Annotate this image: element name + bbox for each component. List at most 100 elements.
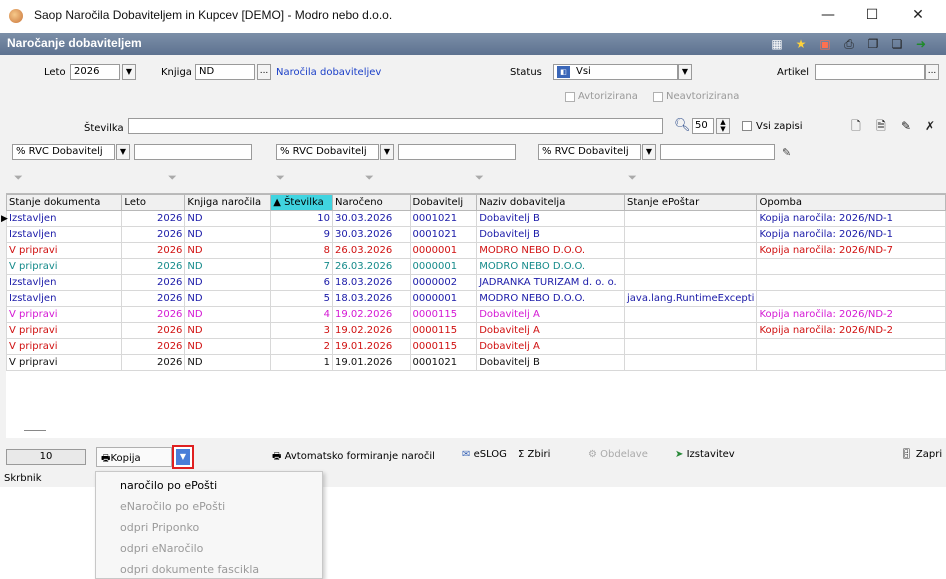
- obdelave-button[interactable]: ⚙ Obdelave: [588, 449, 648, 460]
- cell-stanje: V pripravi: [5, 338, 123, 355]
- copy-all-icon[interactable]: ❏: [890, 37, 904, 51]
- zbiri-button[interactable]: Σ Zbiri: [518, 449, 550, 460]
- minimize-button[interactable]: —: [808, 4, 848, 28]
- close-button[interactable]: ✕: [898, 4, 938, 28]
- column-header-stanje[interactable]: Stanje dokumenta: [5, 194, 123, 211]
- cell-stanje: Izstavljen: [5, 226, 123, 243]
- cell-opomba: Kopija naročila: 2026/ND-2: [756, 322, 946, 339]
- table-row[interactable]: V pripravi 2026 ND 4 19.02.2026 0000115 Dobavi…: [5, 306, 946, 323]
- print-icon[interactable]: ⎙: [842, 37, 856, 51]
- knjiga-link[interactable]: Naročila dobaviteljev: [276, 67, 381, 78]
- column-header-naroceno[interactable]: Naročeno: [332, 194, 411, 211]
- cell-naroceno: 19.02.2026: [332, 322, 411, 339]
- column-header-dobavitelj[interactable]: Dobavitelj: [409, 194, 478, 211]
- export-icon[interactable]: ▣: [818, 37, 832, 51]
- rvc-filter-3-input[interactable]: [660, 144, 775, 160]
- rvc-filter-2-select[interactable]: % RVC Dobavitelj: [276, 144, 379, 160]
- delete-icon[interactable]: ✗: [922, 118, 938, 134]
- table-row[interactable]: Izstavljen 2026 ND 9 30.03.2026 0001021 Dobavi…: [5, 226, 946, 243]
- edit-icon[interactable]: ✎: [898, 118, 914, 134]
- rvc-filter-2-dropdown[interactable]: ▼: [380, 144, 394, 160]
- table-row[interactable]: Izstavljen 2026 ND 10 30.03.2026 0001021 Dobav…: [5, 210, 946, 227]
- zapri-button[interactable]: 🚪︎ Zapri: [900, 449, 942, 460]
- rvc-filter-3-select[interactable]: % RVC Dobavitelj: [538, 144, 641, 160]
- kopija-button[interactable]: 🖶︎Kopija: [96, 447, 172, 467]
- funnel-icon[interactable]: ⏷: [168, 171, 177, 185]
- column-header-knjiga[interactable]: Knjiga naročila: [184, 194, 272, 211]
- cell-naziv: MODRO NEBO D.O.O.: [476, 242, 626, 259]
- table-row[interactable]: V pripravi 2026 ND 8 26.03.2026 0000001 MODRO …: [5, 242, 946, 259]
- menu-item[interactable]: naročilo po ePošti: [120, 479, 217, 492]
- menu-item[interactable]: eNaročilo po ePošti: [120, 500, 225, 513]
- user-name: Skrbnik: [4, 473, 42, 484]
- menu-item[interactable]: odpri dokumente fascikla: [120, 563, 259, 576]
- clear-filter-icon[interactable]: ✎: [782, 146, 791, 159]
- artikel-input[interactable]: [815, 64, 925, 80]
- cell-stanje: V pripravi: [5, 258, 123, 275]
- edit-document-icon[interactable]: 🗎: [873, 118, 889, 134]
- table-row[interactable]: V pripravi 2026 ND 3 19.02.2026 0000115 Dobavi…: [5, 322, 946, 339]
- cell-stevilka: 3: [270, 322, 333, 339]
- table-row[interactable]: V pripravi 2026 ND 2 19.01.2026 0000115 Dobavi…: [5, 338, 946, 355]
- menu-item[interactable]: odpri eNaročilo: [120, 542, 203, 555]
- cell-stanje: Izstavljen: [5, 274, 123, 291]
- column-header-stevilka[interactable]: ▲ Številka: [270, 194, 333, 211]
- cell-knjiga: ND: [184, 322, 272, 339]
- new-document-icon[interactable]: 🗋: [848, 118, 864, 134]
- vsi-zapisi-checkbox[interactable]: [742, 121, 752, 131]
- menu-item[interactable]: odpri Priponko: [120, 521, 199, 534]
- funnel-icon[interactable]: ⏷: [276, 171, 285, 185]
- table-row[interactable]: Izstavljen 2026 ND 6 18.03.2026 0000002 JADRAN…: [5, 274, 946, 291]
- rvc-filter-1-select[interactable]: % RVC Dobavitelj: [12, 144, 115, 160]
- kopija-dropdown-button[interactable]: ▼: [176, 449, 190, 465]
- obdelave-label: Obdelave: [600, 449, 648, 460]
- funnel-icon[interactable]: ⏷: [14, 171, 23, 185]
- maximize-button[interactable]: ☐: [852, 4, 892, 28]
- knjiga-input[interactable]: ND: [195, 64, 255, 80]
- column-header-opomba[interactable]: Opomba: [756, 194, 946, 211]
- rvc-filter-3-dropdown[interactable]: ▼: [642, 144, 656, 160]
- leto-dropdown-button[interactable]: ▼: [122, 64, 136, 80]
- table-row[interactable]: Izstavljen 2026 ND 5 18.03.2026 0000001 MODRO …: [5, 290, 946, 307]
- limit-input[interactable]: 50: [692, 118, 714, 134]
- funnel-icon[interactable]: ⏷: [365, 171, 374, 185]
- rvc-filter-1-input[interactable]: [134, 144, 252, 160]
- leto-input[interactable]: 2026: [70, 64, 120, 80]
- avtomatsko-formiranje-button[interactable]: 🖶︎ Avtomatsko formiranje naročil: [272, 449, 435, 466]
- neavtorizirana-checkbox[interactable]: [653, 92, 663, 102]
- exit-door-icon[interactable]: ➜: [914, 37, 928, 51]
- cell-knjiga: ND: [184, 274, 272, 291]
- table-row[interactable]: V pripravi 2026 ND 7 26.03.2026 0000001 MODRO …: [5, 258, 946, 275]
- copy-icon[interactable]: ❐: [866, 37, 880, 51]
- favorite-star-icon[interactable]: ★: [794, 37, 808, 51]
- column-header-naziv[interactable]: Naziv dobavitelja: [476, 194, 626, 211]
- status-select[interactable]: Vsi: [553, 64, 678, 80]
- column-header-leto[interactable]: Leto: [121, 194, 186, 211]
- search-icon[interactable]: 🔍︎: [674, 118, 691, 133]
- funnel-icon[interactable]: ⏷: [628, 171, 637, 185]
- column-header-eposta[interactable]: Stanje ePoštar: [624, 194, 758, 211]
- layout-icon[interactable]: ▦: [770, 37, 784, 51]
- eslog-button[interactable]: ✉ eSLOG: [462, 449, 507, 460]
- sort-ascending-icon: ▲: [273, 197, 285, 208]
- cell-stevilka: 6: [270, 274, 333, 291]
- status-dropdown-button[interactable]: ▼: [678, 64, 692, 80]
- artikel-browse-button[interactable]: ...: [925, 64, 939, 80]
- rvc-filter-2-input[interactable]: [398, 144, 516, 160]
- avtorizirana-checkbox[interactable]: [565, 92, 575, 102]
- cell-knjiga: ND: [184, 258, 272, 275]
- cell-opomba: [756, 258, 946, 275]
- cell-leto: 2026: [121, 306, 186, 323]
- rvc-filter-1-dropdown[interactable]: ▼: [116, 144, 130, 160]
- stevilka-input[interactable]: [128, 118, 663, 134]
- funnel-icon[interactable]: ⏷: [475, 171, 484, 185]
- izstavitev-button[interactable]: ➤ Izstavitev: [675, 449, 735, 460]
- limit-spinner[interactable]: ▲ ▼: [716, 118, 730, 134]
- table-row[interactable]: V pripravi 2026 ND 1 19.01.2026 0001021 Dobavi…: [5, 354, 946, 371]
- splitter-handle[interactable]: [24, 430, 46, 431]
- neavtorizirana-label: Neavtorizirana: [666, 91, 740, 102]
- cell-opomba: [756, 354, 946, 371]
- cell-dobavitelj: 0001021: [409, 210, 478, 227]
- knjiga-browse-button[interactable]: ...: [257, 64, 271, 80]
- cell-opomba: Kopija naročila: 2026/ND-7: [756, 242, 946, 259]
